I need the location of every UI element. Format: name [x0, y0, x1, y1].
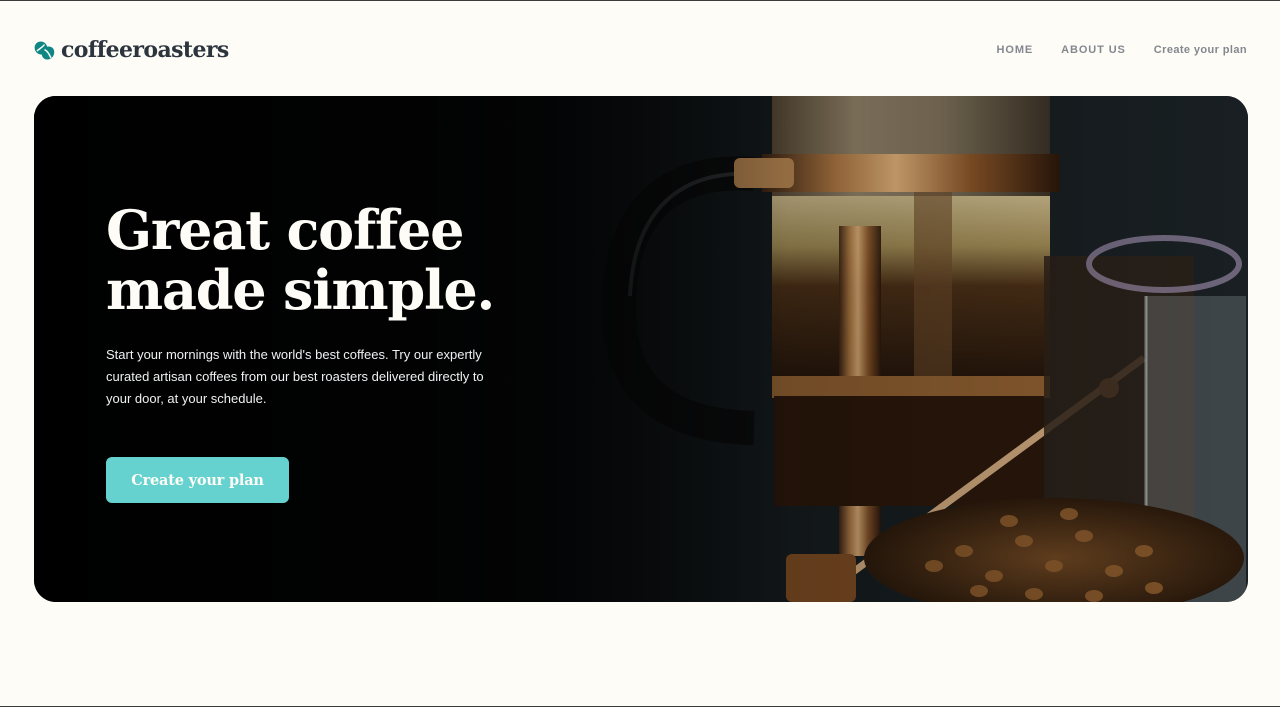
nav-home[interactable]: HOME [997, 44, 1034, 56]
coffee-bean-leaf-icon [34, 40, 55, 60]
main-nav: HOME ABOUT US Create your plan [997, 44, 1247, 56]
page: coffeeroasters HOME ABOUT US Create your… [0, 0, 1280, 707]
nav-create-plan[interactable]: Create your plan [1154, 44, 1247, 56]
nav-about-us[interactable]: ABOUT US [1061, 44, 1126, 56]
hero-title-line-2: made simple. [106, 258, 495, 322]
hero-title: Great coffee made simple. [106, 200, 626, 320]
brand-name: coffeeroasters [61, 37, 229, 63]
logo[interactable]: coffeeroasters [34, 37, 229, 63]
hero-description: Start your mornings with the world's bes… [106, 347, 484, 406]
site-header: coffeeroasters HOME ABOUT US Create your… [34, 35, 1247, 65]
hero-title-line-1: Great coffee [106, 198, 465, 262]
hero-section: Great coffee made simple. Start your mor… [34, 96, 1248, 602]
create-plan-button[interactable]: Create your plan [106, 457, 289, 503]
